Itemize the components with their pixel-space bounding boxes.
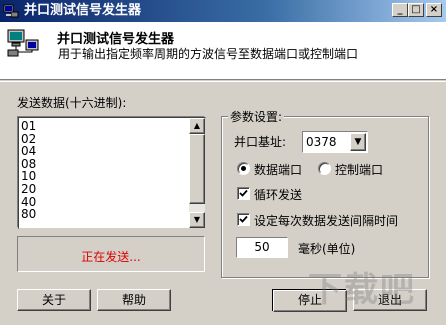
- app-icon: [3, 4, 19, 18]
- radio-data-port[interactable]: [237, 162, 250, 175]
- port-base-value: 0378: [306, 135, 337, 149]
- interval-label[interactable]: 设定每次数据发送间隔时间: [254, 212, 398, 229]
- header-band: 并口测试信号发生器 用于输出指定频率周期的方波信号至数据端口或控制端口: [0, 22, 446, 80]
- chevron-down-icon[interactable]: ▼: [350, 133, 366, 151]
- params-group-title: 参数设置:: [228, 108, 285, 125]
- watermark-text: 下载吧: [308, 270, 416, 310]
- window-title: 并口测试信号发生器: [24, 3, 142, 18]
- loop-send-checkbox[interactable]: [237, 187, 250, 200]
- status-text: 正在发送...: [81, 250, 141, 264]
- vertical-scrollbar[interactable]: ▲ ▼: [189, 118, 205, 228]
- header-divider: [0, 81, 446, 82]
- radio-selected-dot: [241, 166, 246, 171]
- status-box: 正在发送...: [17, 236, 205, 272]
- list-item[interactable]: 01: [21, 120, 36, 133]
- maximize-button[interactable]: □: [408, 3, 424, 17]
- interval-input[interactable]: 50: [236, 237, 288, 258]
- check-icon: [239, 189, 248, 197]
- list-item[interactable]: 04: [21, 145, 36, 158]
- send-data-listbox[interactable]: 01 02 04 08 10 20 40 80 ▲ ▼: [17, 116, 206, 229]
- scroll-down-button[interactable]: ▼: [189, 212, 205, 228]
- list-item[interactable]: 20: [21, 183, 36, 196]
- header-subtitle: 用于输出指定频率周期的方波信号至数据端口或控制端口: [58, 47, 359, 61]
- radio-control-port-label[interactable]: 控制端口: [335, 161, 383, 178]
- close-button[interactable]: ×: [426, 3, 442, 17]
- radio-data-port-label[interactable]: 数据端口: [254, 161, 302, 178]
- scroll-thumb[interactable]: [189, 134, 205, 204]
- help-button[interactable]: 帮助: [97, 289, 171, 311]
- list-item[interactable]: 80: [21, 208, 36, 221]
- loop-send-label[interactable]: 循环发送: [254, 186, 302, 203]
- title-bar[interactable]: 并口测试信号发生器 _ □ ×: [0, 0, 446, 22]
- data-list: 01 02 04 08 10 20 40 80: [21, 120, 36, 221]
- interval-checkbox[interactable]: [237, 213, 250, 226]
- send-data-label: 发送数据(十六进制):: [17, 96, 127, 110]
- minimize-button[interactable]: _: [392, 3, 408, 17]
- port-base-label: 并口基址:: [234, 135, 287, 149]
- about-button[interactable]: 关于: [17, 289, 91, 311]
- computer-network-icon: [7, 29, 39, 57]
- interval-unit-label: 毫秒(单位): [298, 242, 356, 256]
- check-icon: [239, 215, 248, 223]
- port-base-select[interactable]: 0378 ▼: [302, 131, 368, 153]
- scroll-up-button[interactable]: ▲: [189, 118, 205, 134]
- radio-control-port[interactable]: [318, 162, 331, 175]
